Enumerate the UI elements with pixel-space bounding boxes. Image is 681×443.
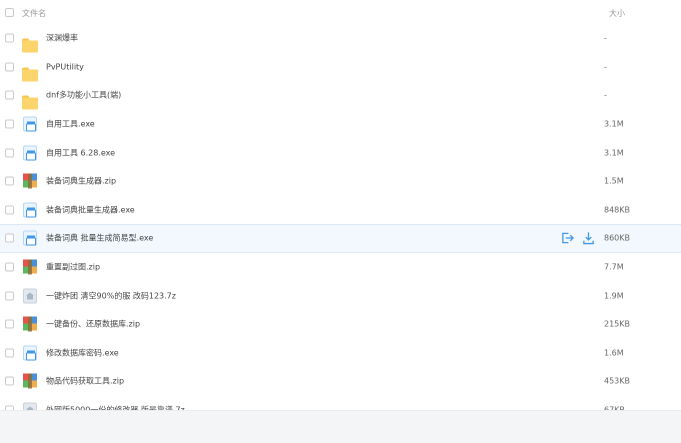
file-size: 3.1M xyxy=(604,119,624,129)
file-size: - xyxy=(604,33,607,43)
row-checkbox[interactable] xyxy=(5,262,14,272)
file-row[interactable]: 自用工具.exe 3.1M xyxy=(0,110,681,139)
file-name-link[interactable]: 装备词典批量生成器.exe xyxy=(46,204,135,215)
file-size: 1.5M xyxy=(604,176,624,186)
column-header-size[interactable]: 大小 xyxy=(609,8,625,19)
row-checkbox[interactable] xyxy=(5,148,14,158)
file-name-link[interactable]: dnf多功能小工具(端) xyxy=(46,90,121,101)
row-checkbox[interactable] xyxy=(5,348,14,358)
row-checkbox[interactable] xyxy=(5,319,14,329)
folder-icon xyxy=(22,66,38,82)
file-size: 1.6M xyxy=(604,348,624,358)
file-name-link[interactable]: 一键炸团 清空90%的服 改码123.7z xyxy=(46,290,176,301)
file-row[interactable]: 重置副过图.zip 7.7M xyxy=(0,253,681,282)
file-size: 3.1M xyxy=(604,148,624,158)
file-name-link[interactable]: 修改数据库密码.exe xyxy=(46,347,119,358)
column-header-name[interactable]: 文件名 xyxy=(22,8,46,19)
row-checkbox[interactable] xyxy=(5,291,14,301)
file-name-link[interactable]: 一键备份、还原数据库.zip xyxy=(46,319,140,330)
file-row[interactable]: 一键炸团 清空90%的服 改码123.7z 1.9M xyxy=(0,281,681,310)
file-list-header: 文件名 大小 xyxy=(0,0,681,27)
row-checkbox[interactable] xyxy=(5,205,14,215)
row-checkbox[interactable] xyxy=(5,62,14,72)
zip-file-icon xyxy=(23,316,37,332)
file-name-link[interactable]: 装备词典 批量生成简易型.exe xyxy=(46,233,153,244)
row-checkbox[interactable] xyxy=(5,233,14,243)
file-size: - xyxy=(604,62,607,72)
file-size: 860KB xyxy=(604,233,631,243)
file-row[interactable]: 装备词典批量生成器.exe 848KB xyxy=(0,196,681,225)
file-size: 1.9M xyxy=(604,291,624,301)
file-row[interactable]: 修改数据库密码.exe 1.6M xyxy=(0,339,681,368)
download-icon[interactable] xyxy=(582,232,595,245)
row-checkbox[interactable] xyxy=(5,33,14,43)
file-row[interactable]: 深渊爆率 - xyxy=(0,24,681,53)
zip-file-icon xyxy=(23,373,37,389)
folder-icon xyxy=(22,95,38,110)
file-row[interactable]: 自用工具 6.28.exe 3.1M xyxy=(0,138,681,167)
share-icon[interactable] xyxy=(561,232,574,245)
file-row[interactable]: dnf多功能小工具(端) - xyxy=(0,81,681,110)
file-size: 7.7M xyxy=(604,262,624,272)
file-row[interactable]: 一键备份、还原数据库.zip 215KB xyxy=(0,310,681,339)
file-name-link[interactable]: 重置副过图.zip xyxy=(46,262,100,273)
file-row[interactable]: PvPUtility - xyxy=(0,53,681,82)
bottom-bar xyxy=(0,410,681,443)
file-name-link[interactable]: 装备词典生成器.zip xyxy=(46,176,116,187)
7z-file-icon xyxy=(23,288,37,304)
row-checkbox[interactable] xyxy=(5,176,14,186)
file-name-link[interactable]: PvPUtility xyxy=(46,62,84,71)
file-size: 215KB xyxy=(604,319,631,329)
exe-file-icon xyxy=(23,230,37,246)
exe-file-icon xyxy=(23,116,37,132)
file-name-link[interactable]: 深渊爆率 xyxy=(46,33,78,44)
row-checkbox[interactable] xyxy=(5,90,14,100)
file-row-hovered[interactable]: 装备词典 批量生成简易型.exe 860KB xyxy=(0,224,681,253)
file-name-link[interactable]: 物品代码获取工具.zip xyxy=(46,376,124,387)
file-row[interactable]: 物品代码获取工具.zip 453KB xyxy=(0,367,681,396)
select-all-checkbox[interactable] xyxy=(5,8,14,17)
file-name-link[interactable]: 自用工具.exe xyxy=(46,119,95,130)
file-name-link[interactable]: 自用工具 6.28.exe xyxy=(46,147,115,158)
file-size: 453KB xyxy=(604,376,631,386)
folder-icon xyxy=(22,38,38,53)
file-row[interactable]: 装备词典生成器.zip 1.5M xyxy=(0,167,681,196)
zip-file-icon xyxy=(23,173,37,189)
file-size: - xyxy=(604,90,607,100)
zip-file-icon xyxy=(23,259,37,275)
exe-file-icon xyxy=(23,145,37,161)
exe-file-icon xyxy=(23,345,37,361)
row-checkbox[interactable] xyxy=(5,119,14,129)
exe-file-icon xyxy=(23,202,37,218)
file-size: 848KB xyxy=(604,205,631,215)
row-checkbox[interactable] xyxy=(5,376,14,386)
file-list: 深渊爆率 - PvPUtility - dnf多功能小工具(端) - 自用工具.… xyxy=(0,24,681,424)
